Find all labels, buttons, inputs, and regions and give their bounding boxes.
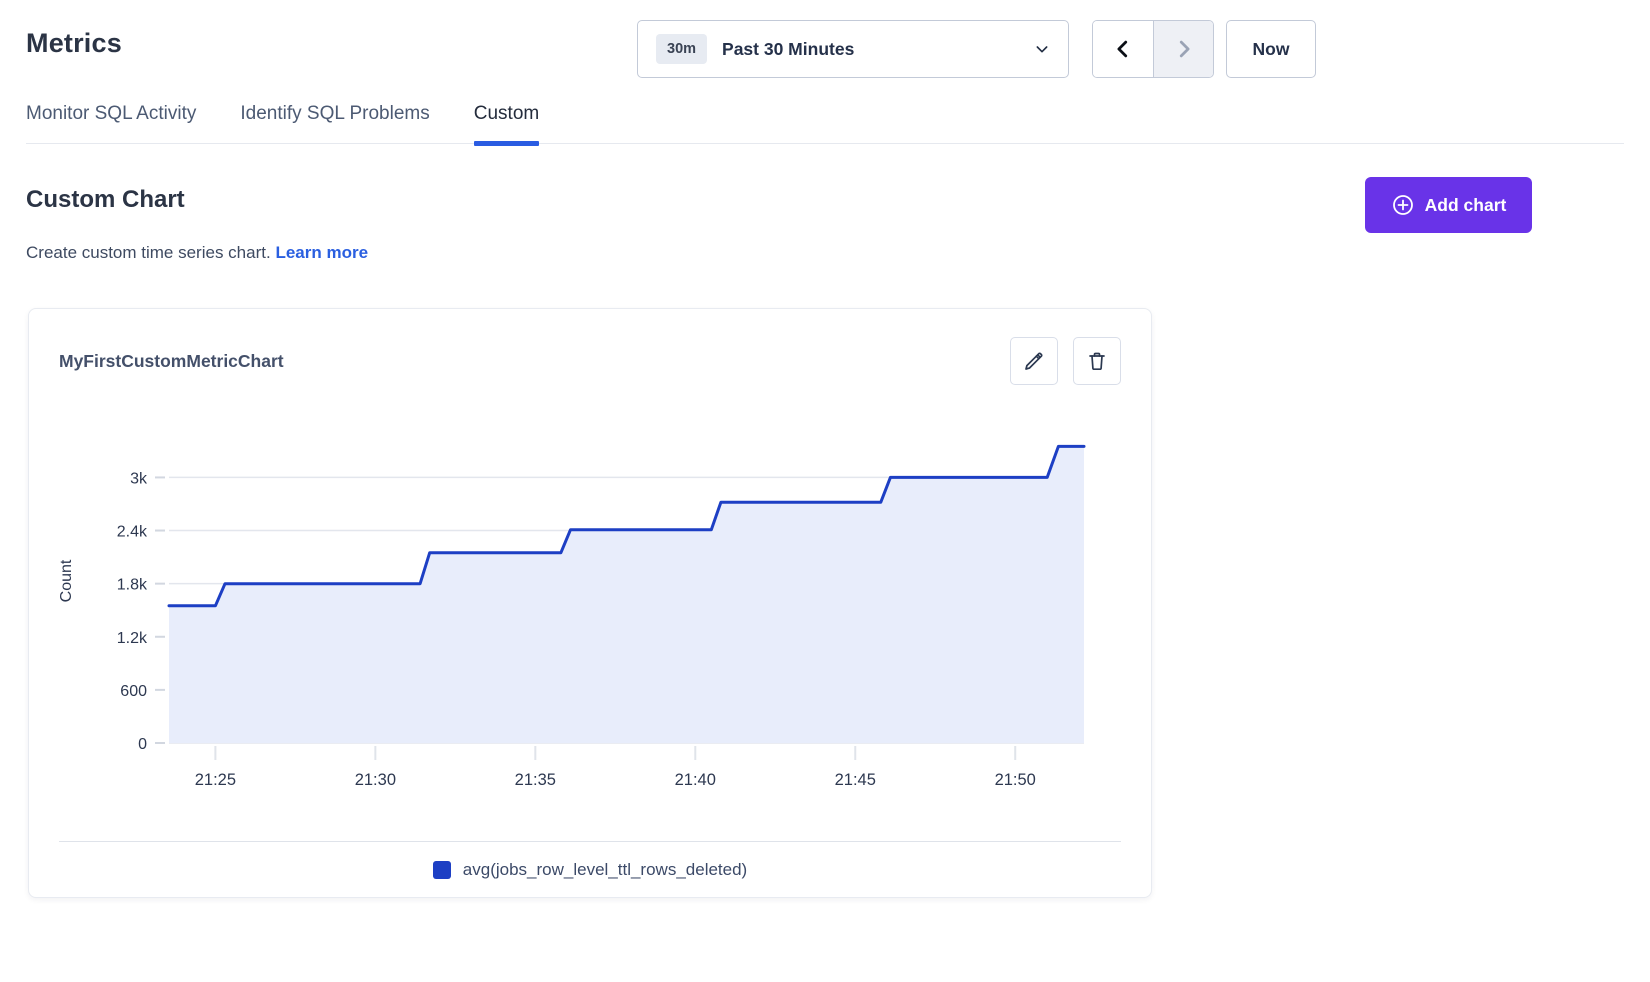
svg-text:21:50: 21:50 <box>995 771 1036 789</box>
svg-text:1.2k: 1.2k <box>117 630 148 647</box>
svg-text:21:40: 21:40 <box>675 771 716 789</box>
chevron-down-icon <box>1034 41 1050 57</box>
time-range-badge: 30m <box>656 34 707 64</box>
section-description-text: Create custom time series chart. <box>26 243 271 262</box>
add-chart-button[interactable]: Add chart <box>1365 177 1532 233</box>
legend-divider <box>59 841 1121 842</box>
chart-legend[interactable]: avg(jobs_row_level_ttl_rows_deleted) <box>29 860 1151 880</box>
tab-monitor-sql-activity[interactable]: Monitor SQL Activity <box>26 103 196 143</box>
section-description: Create custom time series chart. Learn m… <box>26 243 368 263</box>
next-time-button[interactable] <box>1153 21 1213 77</box>
delete-chart-button[interactable] <box>1073 337 1121 385</box>
custom-chart-card: MyFirstCustomMetricChart <box>28 308 1152 898</box>
chevron-right-icon <box>1173 38 1195 60</box>
legend-swatch <box>433 861 451 879</box>
tab-identify-sql-problems[interactable]: Identify SQL Problems <box>240 103 429 143</box>
legend-label: avg(jobs_row_level_ttl_rows_deleted) <box>463 860 747 880</box>
tab-custom[interactable]: Custom <box>474 103 539 143</box>
section-heading: Custom Chart <box>26 186 185 214</box>
chart-card-header: MyFirstCustomMetricChart <box>29 309 1151 389</box>
svg-text:21:30: 21:30 <box>355 771 396 789</box>
chart-title: MyFirstCustomMetricChart <box>59 337 284 372</box>
svg-text:21:35: 21:35 <box>515 771 556 789</box>
svg-text:0: 0 <box>138 736 147 753</box>
svg-text:3k: 3k <box>130 470 148 487</box>
metrics-page: Metrics 30m Past 30 Minutes Now Monitor … <box>0 0 1650 982</box>
time-range-dropdown[interactable]: 30m Past 30 Minutes <box>637 20 1069 78</box>
tab-bar: Monitor SQL Activity Identify SQL Proble… <box>26 103 1624 144</box>
chart-area: 0 600 1.2k 1.8k 2.4k 3k 21:25 21:30 21:35 21:40 21… <box>29 401 1151 793</box>
time-range-label: Past 30 Minutes <box>722 39 1034 60</box>
plus-circle-icon <box>1391 193 1415 217</box>
page-title: Metrics <box>26 28 122 59</box>
svg-text:1.8k: 1.8k <box>117 577 148 594</box>
svg-text:21:45: 21:45 <box>835 771 876 789</box>
learn-more-link[interactable]: Learn more <box>275 243 368 262</box>
now-button[interactable]: Now <box>1226 20 1316 78</box>
add-chart-label: Add chart <box>1425 195 1507 216</box>
svg-text:21:25: 21:25 <box>195 771 236 789</box>
time-step-button-group <box>1092 20 1214 78</box>
svg-text:600: 600 <box>120 683 147 700</box>
custom-chart-svg: 0 600 1.2k 1.8k 2.4k 3k 21:25 21:30 21:35 21:40 21… <box>29 401 1153 793</box>
chart-actions <box>1010 337 1121 385</box>
svg-text:2.4k: 2.4k <box>117 524 148 541</box>
previous-time-button[interactable] <box>1093 21 1153 77</box>
pencil-icon <box>1022 349 1046 373</box>
chevron-left-icon <box>1112 38 1134 60</box>
svg-text:Count: Count <box>58 559 75 602</box>
trash-icon <box>1085 349 1109 373</box>
edit-chart-button[interactable] <box>1010 337 1058 385</box>
